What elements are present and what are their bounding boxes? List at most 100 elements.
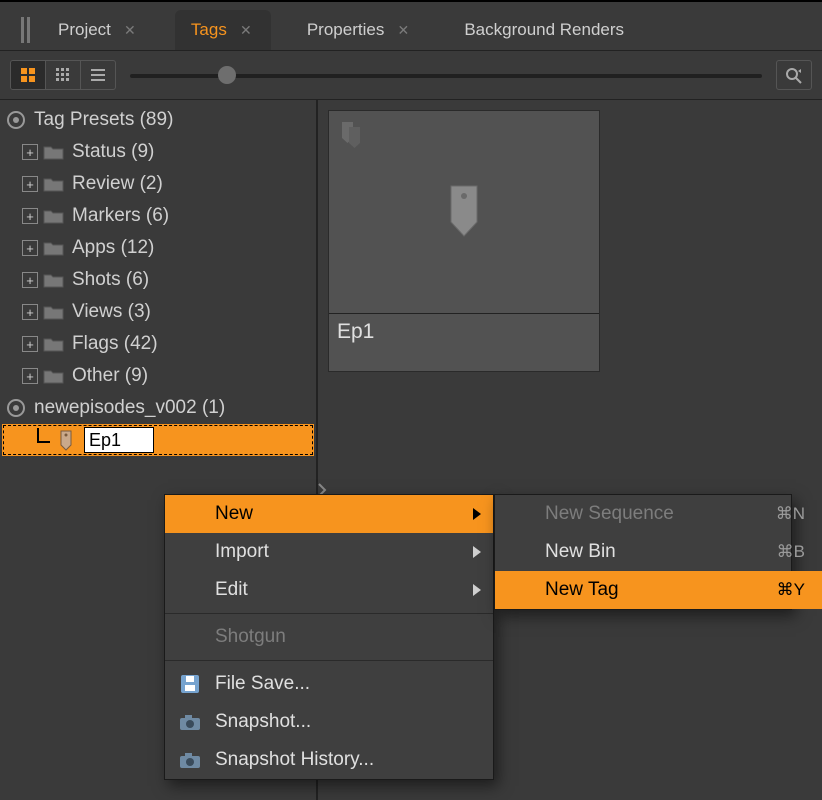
tag-icon bbox=[337, 119, 371, 153]
menu-import[interactable]: Import bbox=[165, 533, 493, 571]
menu-new-bin[interactable]: New Bin ⌘B bbox=[495, 533, 822, 571]
menu-edit[interactable]: Edit bbox=[165, 571, 493, 609]
expander-icon[interactable]: + bbox=[22, 240, 38, 256]
tag-preset-icon bbox=[4, 110, 28, 130]
tree-folder-markers[interactable]: + Markers (6) bbox=[2, 200, 314, 232]
tree-label: Other (9) bbox=[72, 365, 148, 387]
tab-properties[interactable]: Properties ✕ bbox=[291, 10, 428, 50]
context-menu[interactable]: New Import Edit Shotgun File Save... Sna… bbox=[164, 494, 494, 780]
tree-folder-review[interactable]: + Review (2) bbox=[2, 168, 314, 200]
menu-new-tag[interactable]: New Tag ⌘Y bbox=[495, 571, 822, 609]
menu-separator bbox=[165, 660, 493, 661]
folder-icon bbox=[42, 238, 66, 258]
menu-file-save[interactable]: File Save... bbox=[165, 665, 493, 703]
tag-thumbnail-card[interactable]: Ep1 bbox=[328, 110, 600, 372]
menu-shortcut: ⌘Y bbox=[777, 580, 805, 600]
tree-label: newepisodes_v002 (1) bbox=[34, 397, 225, 419]
tree-label: Markers (6) bbox=[72, 205, 169, 227]
menu-shortcut: ⌘B bbox=[777, 542, 805, 562]
tree-label: Apps (12) bbox=[72, 237, 154, 259]
context-submenu-new[interactable]: New Sequence ⌘N New Bin ⌘B New Tag ⌘Y bbox=[494, 494, 792, 610]
folder-icon bbox=[42, 302, 66, 322]
thumbnail-label: Ep1 bbox=[329, 313, 599, 350]
tab-label: Background Renders bbox=[464, 20, 624, 40]
tree-label: Review (2) bbox=[72, 173, 163, 195]
tab-label: Tags bbox=[191, 20, 227, 40]
menu-label: Shotgun bbox=[215, 626, 286, 648]
tab-background-renders[interactable]: Background Renders bbox=[448, 10, 640, 50]
tree-folder-views[interactable]: + Views (3) bbox=[2, 296, 314, 328]
menu-label: Snapshot History... bbox=[215, 749, 374, 771]
menu-snapshot-history[interactable]: Snapshot History... bbox=[165, 741, 493, 779]
folder-icon bbox=[42, 334, 66, 354]
tree-label: Shots (6) bbox=[72, 269, 149, 291]
menu-label: Snapshot... bbox=[215, 711, 311, 733]
close-icon[interactable]: ✕ bbox=[394, 21, 412, 39]
expander-icon[interactable]: + bbox=[22, 336, 38, 352]
tree-folder-apps[interactable]: + Apps (12) bbox=[2, 232, 314, 264]
view-list-button[interactable] bbox=[81, 61, 115, 89]
list-icon bbox=[90, 67, 106, 83]
toolbar bbox=[0, 51, 822, 100]
menu-label: Edit bbox=[215, 579, 248, 601]
tree-label: Tag Presets (89) bbox=[34, 109, 173, 131]
tab-project[interactable]: Project ✕ bbox=[42, 10, 155, 50]
close-icon[interactable]: ✕ bbox=[237, 21, 255, 39]
expander-icon[interactable]: + bbox=[22, 368, 38, 384]
tree-userfile[interactable]: newepisodes_v002 (1) bbox=[2, 392, 314, 424]
menu-label: File Save... bbox=[215, 673, 310, 695]
camera-icon bbox=[177, 711, 203, 733]
panel-drag-handle[interactable] bbox=[14, 10, 38, 50]
tree-folder-other[interactable]: + Other (9) bbox=[2, 360, 314, 392]
search-icon bbox=[784, 66, 804, 84]
expander-icon[interactable]: + bbox=[22, 272, 38, 288]
folder-icon bbox=[42, 174, 66, 194]
folder-icon bbox=[42, 206, 66, 226]
expander-icon[interactable]: + bbox=[22, 176, 38, 192]
menu-label: New Bin bbox=[545, 541, 616, 563]
close-icon[interactable]: ✕ bbox=[121, 21, 139, 39]
expander-icon[interactable]: + bbox=[22, 144, 38, 160]
grid-large-icon bbox=[20, 67, 36, 83]
folder-icon bbox=[42, 142, 66, 162]
tag-tree[interactable]: Tag Presets (89) + Status (9) + Review (… bbox=[0, 100, 316, 460]
tag-icon bbox=[54, 430, 78, 450]
expander-icon[interactable]: + bbox=[22, 304, 38, 320]
tree-label: Flags (42) bbox=[72, 333, 158, 355]
tab-tags[interactable]: Tags ✕ bbox=[175, 10, 271, 50]
tab-label: Project bbox=[58, 20, 111, 40]
menu-label: Import bbox=[215, 541, 269, 563]
tab-bar: Project ✕ Tags ✕ Properties ✕ Background… bbox=[0, 2, 822, 51]
thumbnail-size-slider[interactable] bbox=[130, 70, 762, 80]
tree-elbow-icon bbox=[34, 428, 54, 452]
menu-shotgun: Shotgun bbox=[165, 618, 493, 656]
tree-folder-status[interactable]: + Status (9) bbox=[2, 136, 314, 168]
view-mode-group bbox=[10, 60, 116, 90]
view-grid-small-button[interactable] bbox=[46, 61, 81, 89]
tree-root-presets[interactable]: Tag Presets (89) bbox=[2, 104, 314, 136]
tree-tag-ep1[interactable]: Ep1 bbox=[2, 424, 314, 456]
menu-label: New Tag bbox=[545, 579, 619, 601]
slider-thumb[interactable] bbox=[218, 66, 236, 84]
folder-icon bbox=[42, 366, 66, 386]
grid-small-icon bbox=[55, 67, 71, 83]
tab-label: Properties bbox=[307, 20, 384, 40]
view-grid-large-button[interactable] bbox=[11, 61, 46, 89]
menu-shortcut: ⌘N bbox=[776, 504, 805, 524]
tree-folder-shots[interactable]: + Shots (6) bbox=[2, 264, 314, 296]
tag-name-input[interactable]: Ep1 bbox=[84, 427, 154, 453]
document-icon bbox=[4, 398, 28, 418]
menu-snapshot[interactable]: Snapshot... bbox=[165, 703, 493, 741]
menu-new[interactable]: New bbox=[165, 495, 493, 533]
expander-icon[interactable]: + bbox=[22, 208, 38, 224]
menu-separator bbox=[165, 613, 493, 614]
tree-label: Status (9) bbox=[72, 141, 154, 163]
menu-label: New Sequence bbox=[545, 503, 674, 525]
folder-icon bbox=[42, 270, 66, 290]
search-button[interactable] bbox=[776, 60, 812, 90]
tree-label: Views (3) bbox=[72, 301, 151, 323]
menu-label: New bbox=[215, 503, 253, 525]
menu-new-sequence: New Sequence ⌘N bbox=[495, 495, 822, 533]
tree-folder-flags[interactable]: + Flags (42) bbox=[2, 328, 314, 360]
disk-icon bbox=[177, 673, 203, 695]
